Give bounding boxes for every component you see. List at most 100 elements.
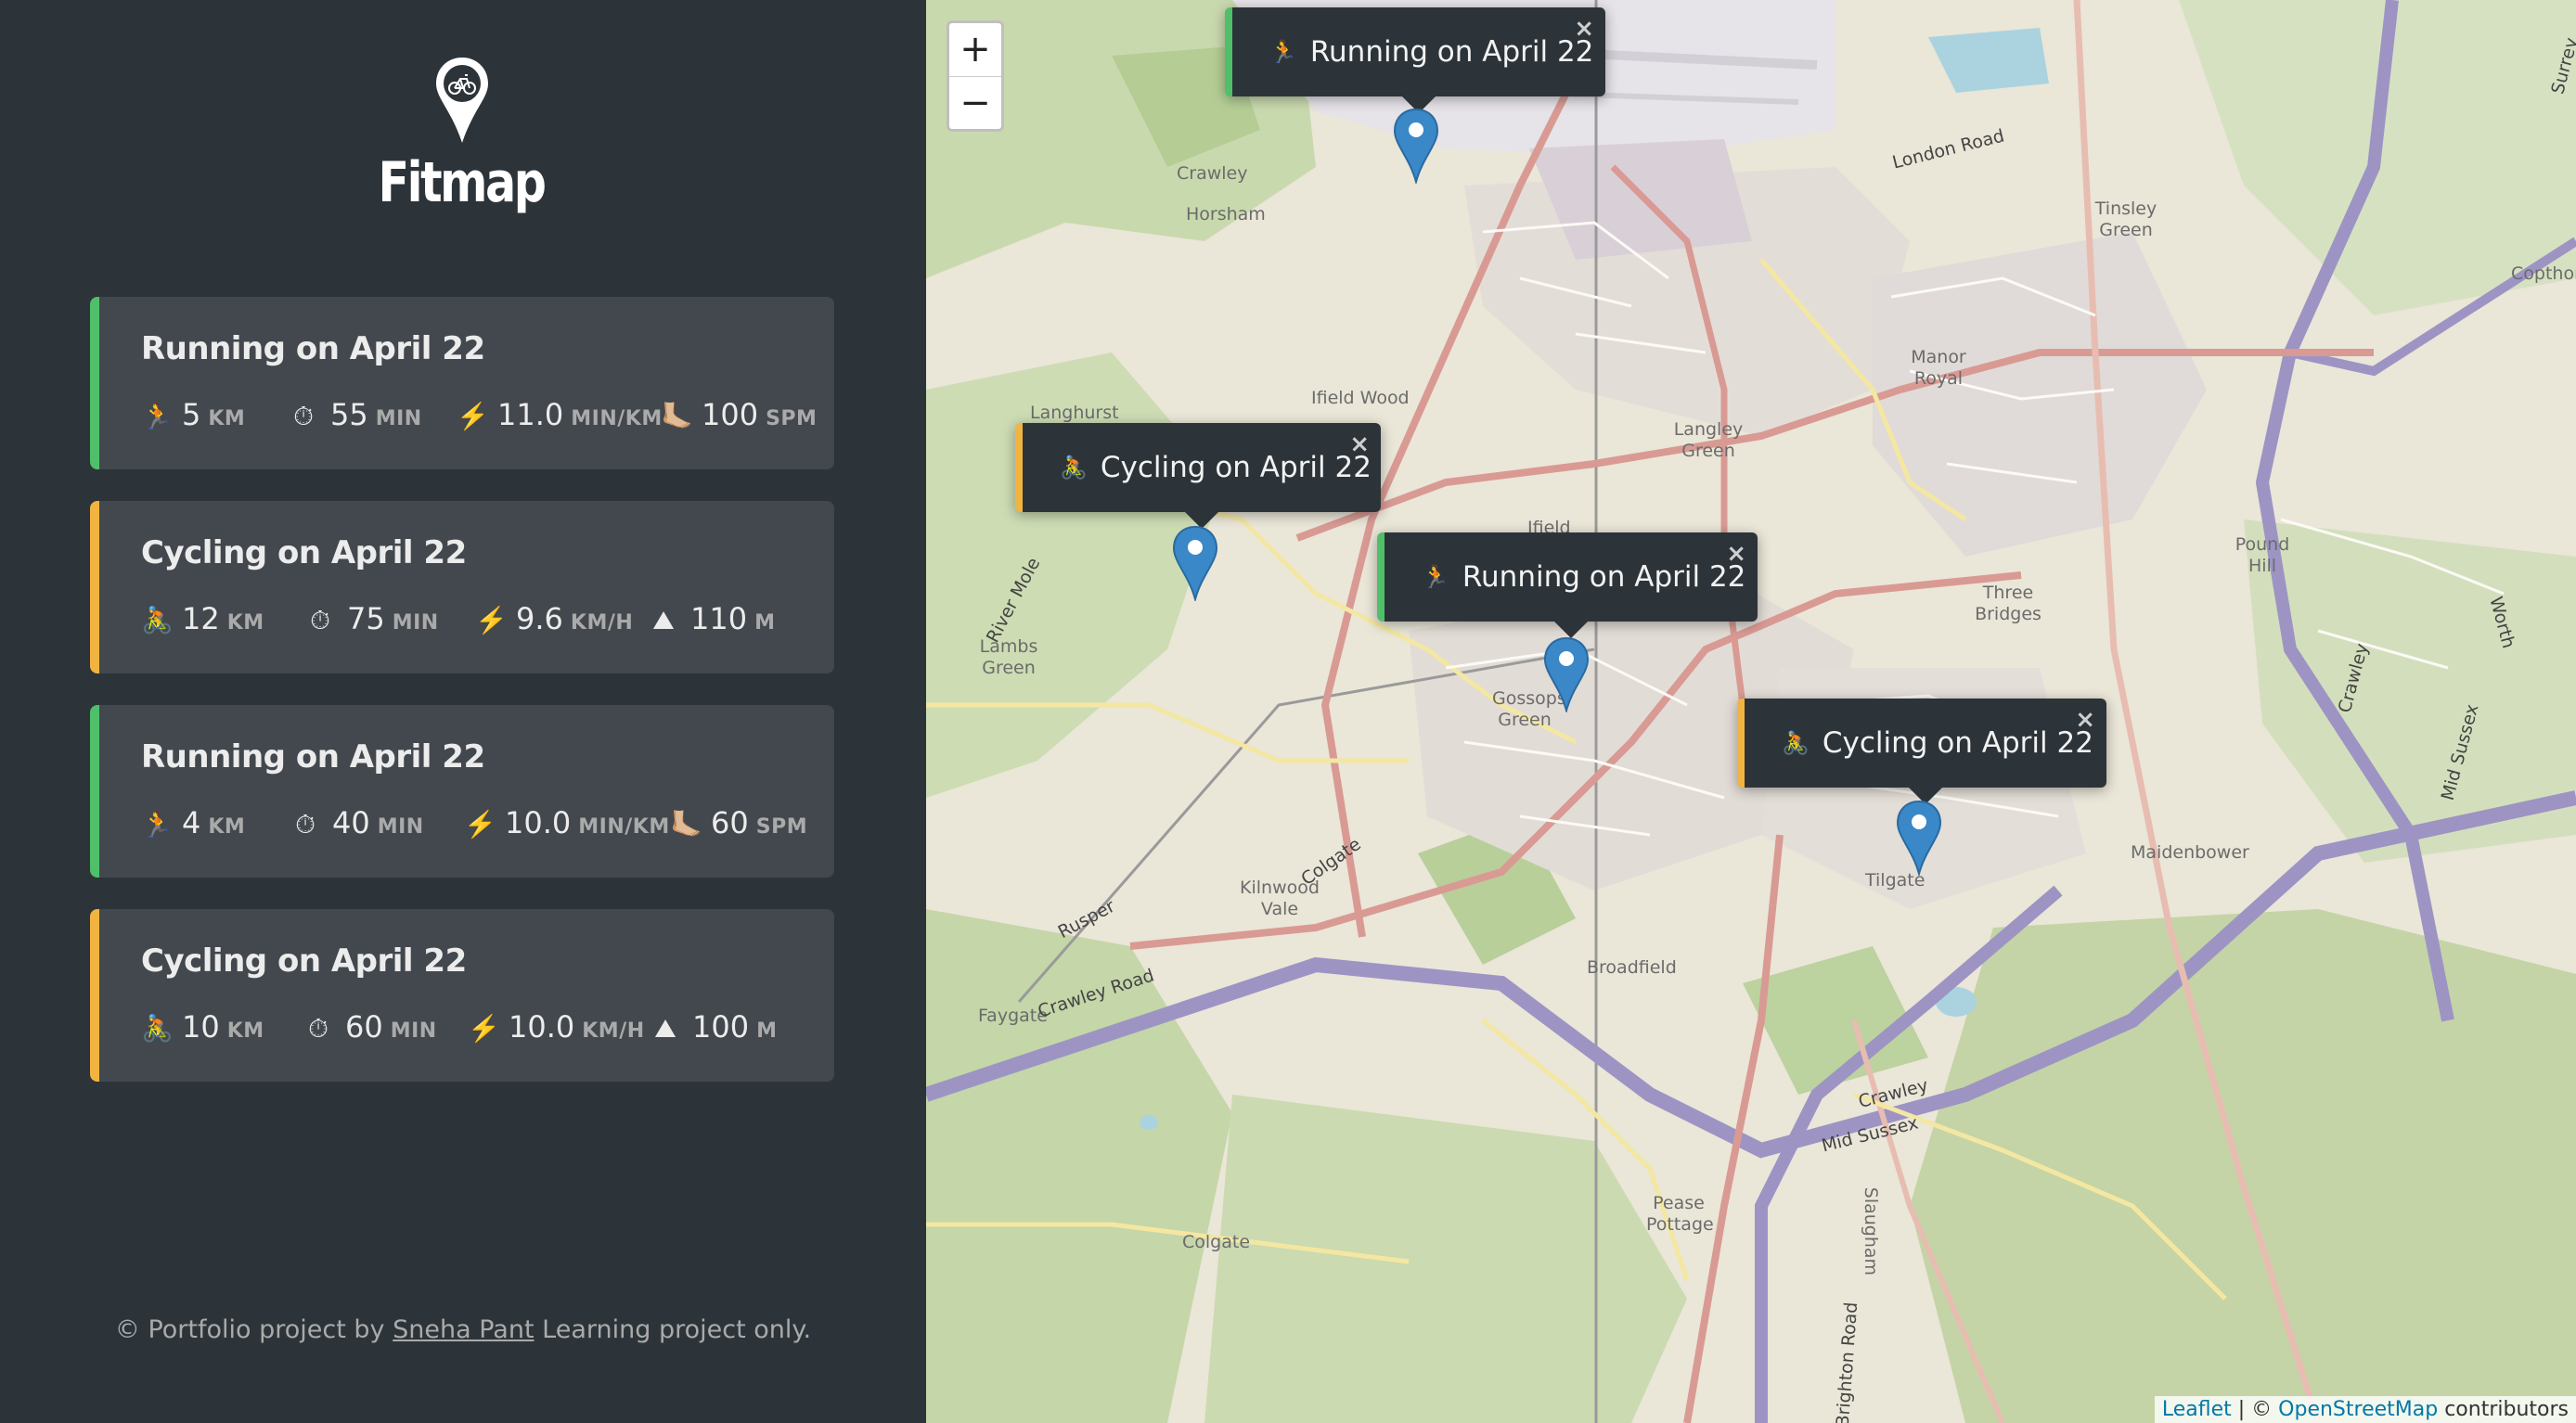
stat-icon: ⏱ — [295, 809, 316, 840]
stat-value: 100 — [702, 397, 759, 432]
workout-stat: ⏱ 40 MIN — [291, 805, 424, 840]
footer-suffix: Learning project only. — [542, 1315, 812, 1344]
footer: © Portfolio project by Sneha Pant Learni… — [0, 1315, 926, 1344]
cyclist-icon: 🚴 — [1060, 455, 1088, 481]
app-name: Fitmap — [378, 150, 547, 215]
stat-icon: ⚡️ — [457, 401, 489, 431]
stat-unit: M — [756, 1019, 778, 1043]
workout-stat: ⛰ 110 M — [650, 601, 775, 636]
stat-value: 12 — [182, 601, 220, 636]
map-label-broadfield: Broadfield — [1587, 957, 1677, 978]
stat-unit: KM/H — [582, 1019, 645, 1043]
stat-value: 9.6 — [516, 601, 563, 636]
close-icon[interactable]: × — [1349, 430, 1370, 458]
map-label-three-bridges: Three Bridges — [1975, 583, 2041, 624]
stat-icon: ⏱ — [308, 1013, 328, 1044]
map-marker-icon[interactable] — [1172, 525, 1218, 601]
stat-value: 10.0 — [509, 1009, 575, 1045]
workout-stat: 🏃 4 KM — [141, 805, 245, 840]
map-popup-running[interactable]: 🏃 Running on April 22 × — [1377, 532, 1758, 638]
stat-unit: KM/H — [570, 611, 634, 635]
zoom-out-button[interactable]: − — [949, 76, 1001, 129]
workout-stat: ⚡️ 9.6 KM/H — [475, 601, 633, 636]
close-icon[interactable]: × — [1574, 15, 1594, 43]
stat-unit: MIN — [390, 1019, 437, 1043]
stat-value: 10.0 — [505, 805, 572, 840]
workout-stat: 🚴 12 KM — [141, 601, 264, 636]
close-icon[interactable]: × — [1726, 540, 1746, 568]
popup-label: Running on April 22 — [1309, 35, 1594, 69]
stat-value: 4 — [182, 805, 201, 840]
stat-value: 5 — [182, 397, 201, 432]
map-label-lambs-green: Lambs Green — [979, 636, 1038, 678]
workout-stat: 🏃 5 KM — [141, 397, 245, 432]
map-marker-icon[interactable] — [1393, 108, 1439, 184]
map-marker-icon[interactable] — [1543, 636, 1590, 712]
stat-icon: 🏃 — [141, 809, 174, 840]
stat-unit: MIN — [392, 611, 439, 635]
sidebar: Fitmap Running on April 22 🏃 5 KM ⏱ 55 MIN ⚡️ 11… — [0, 0, 926, 1423]
workout-title: Running on April 22 — [141, 330, 485, 367]
stat-value: 100 — [692, 1009, 750, 1045]
attribution-separator: | © — [2237, 1398, 2273, 1421]
footer-prefix: © Portfolio project by — [114, 1315, 385, 1344]
stat-icon: ⛰ — [654, 1013, 676, 1044]
map-popup-running[interactable]: 🏃 Running on April 22 × — [1225, 7, 1605, 113]
map-label-pease-pottage: Pease Pottage — [1646, 1193, 1714, 1235]
workout-card-running[interactable]: Running on April 22 🏃 4 KM ⏱ 40 MIN ⚡️ 10.0 MIN/K… — [90, 705, 834, 878]
cyclist-icon: 🚴 — [1782, 730, 1810, 756]
workout-stat: ⏱ 55 MIN — [290, 397, 422, 432]
stat-icon: ⚡️ — [475, 605, 508, 635]
workout-title: Cycling on April 22 — [141, 534, 467, 571]
popup-label: Cycling on April 22 — [1100, 451, 1372, 484]
workout-card-cycling[interactable]: Cycling on April 22 🚴 12 KM ⏱ 75 MIN ⚡️ 9.6 KM/H ⛰… — [90, 501, 834, 673]
stat-icon: ⚡️ — [468, 1013, 500, 1044]
map-marker-icon[interactable] — [1896, 800, 1942, 876]
map-label-tinsley-green: Tinsley Green — [2094, 199, 2157, 240]
workout-stat: 🚴 10 KM — [141, 1009, 264, 1045]
popup-label: Cycling on April 22 — [1822, 726, 2093, 760]
stat-icon: 🚴 — [141, 605, 174, 635]
workout-card-running[interactable]: Running on April 22 🏃 5 KM ⏱ 55 MIN ⚡️ 11.0 MIN/K… — [90, 297, 834, 469]
stat-value: 40 — [332, 805, 370, 840]
stat-icon: 🚴 — [141, 1013, 174, 1044]
close-icon[interactable]: × — [2075, 706, 2095, 734]
workout-title: Cycling on April 22 — [141, 942, 467, 980]
stat-unit: SPM — [755, 815, 808, 839]
author-link[interactable]: Sneha Pant — [393, 1315, 534, 1344]
stat-value: 60 — [345, 1009, 383, 1045]
stat-unit: MIN — [377, 815, 424, 839]
leaflet-link[interactable]: Leaflet — [2162, 1398, 2232, 1421]
map[interactable]: Crawley Horsham Ifield Wood Langhurst La… — [926, 0, 2576, 1423]
workout-card-cycling[interactable]: Cycling on April 22 🚴 10 KM ⏱ 60 MIN ⚡️ 10.0 KM/H… — [90, 909, 834, 1082]
map-label-horsham: Horsham — [1186, 204, 1266, 224]
zoom-in-button[interactable]: + — [949, 23, 1001, 76]
workout-details: 🚴 12 KM ⏱ 75 MIN ⚡️ 9.6 KM/H ⛰ 110 M — [141, 601, 816, 638]
stat-icon: ⏱ — [310, 605, 330, 635]
workout-details: 🏃 4 KM ⏱ 40 MIN ⚡️ 10.0 MIN/KM 🦶🏼 60 SPM — [141, 805, 816, 842]
workout-stat: ⚡️ 10.0 MIN/KM — [464, 805, 670, 840]
map-label-crawley: Crawley — [1177, 163, 1248, 184]
stat-value: 75 — [347, 601, 385, 636]
workout-stat: ⏱ 60 MIN — [304, 1009, 437, 1045]
map-label-langhurst: Langhurst — [1030, 403, 1119, 423]
stat-icon: ⛰ — [652, 605, 675, 635]
stat-unit: KM — [208, 407, 246, 430]
stat-value: 11.0 — [497, 397, 564, 432]
workout-stat: ⛰ 100 M — [651, 1009, 777, 1045]
stat-value: 60 — [711, 805, 749, 840]
stat-unit: KM — [226, 1019, 264, 1043]
workout-stat: 🦶🏼 60 SPM — [670, 805, 807, 840]
stat-icon: 🦶🏼 — [661, 401, 693, 431]
map-popup-cycling[interactable]: 🚴 Cycling on April 22 × — [1015, 423, 1381, 529]
stat-icon: ⚡️ — [464, 809, 496, 840]
workout-stat: ⚡️ 10.0 KM/H — [468, 1009, 645, 1045]
map-popup-cycling[interactable]: 🚴 Cycling on April 22 × — [1737, 699, 2106, 804]
stat-icon: 🦶🏼 — [670, 809, 702, 840]
stat-icon: 🏃 — [141, 401, 174, 431]
workout-stat: ⏱ 75 MIN — [306, 601, 439, 636]
workout-stat: 🦶🏼 100 SPM — [661, 397, 817, 432]
stat-unit: M — [754, 611, 776, 635]
map-attribution: Leaflet | © OpenStreetMap contributors — [2154, 1396, 2576, 1423]
osm-link[interactable]: OpenStreetMap — [2278, 1398, 2438, 1421]
